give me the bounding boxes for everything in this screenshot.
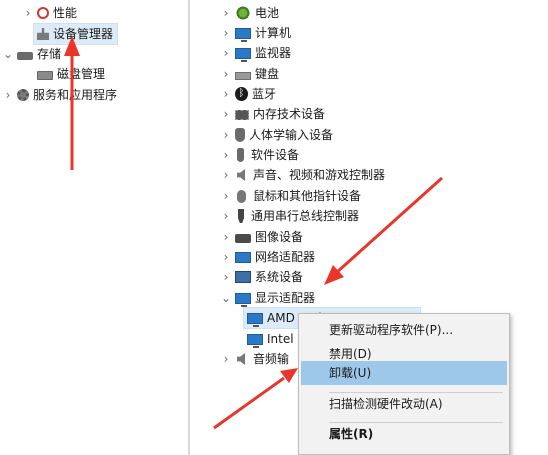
category-label: 通用串行总线控制器 [251,209,360,223]
monitor-icon [235,48,251,62]
tree-item-device-manager[interactable]: 设备管理器 [32,23,119,45]
category-label: 软件设备 [251,148,300,162]
device-category[interactable]: › 声音、视频和游戏控制器 [220,165,385,185]
storage-icon [17,51,33,60]
bluetooth-icon: ᛒ [235,87,248,101]
device-category[interactable]: › 系统设备 [220,267,303,287]
category-label: 内存技术设备 [253,107,326,121]
context-menu: 更新驱动程序软件(P)... 禁用(D) 卸载(U) 扫描检测硬件改动(A) 属… [298,313,510,455]
disk-icon [37,70,53,80]
usb-icon [238,209,244,223]
chevron-right-icon[interactable]: › [220,3,232,23]
category-label: 计算机 [255,26,292,40]
memory-icon [235,110,249,120]
tree-item-storage[interactable]: ⌄ 存储 [2,44,61,64]
chevron-right-icon[interactable]: › [220,165,232,185]
tree-item-services[interactable]: › 服务和应用程序 [2,85,117,105]
audio-icon [237,353,245,365]
device-category[interactable]: › 内存技术设备 [220,104,325,124]
category-label: 鼠标和其他指针设备 [253,189,362,203]
software-device-icon [237,148,244,162]
sound-icon [237,169,245,181]
device-category[interactable]: › 人体学输入设备 [220,125,333,145]
hid-icon [235,128,245,142]
device-category[interactable]: › 网络适配器 [220,247,315,267]
system-icon [235,271,251,283]
category-label: 音频输 [253,352,290,366]
chevron-right-icon[interactable]: › [220,145,232,165]
chevron-down-icon[interactable]: ⌄ [2,44,14,64]
chevron-right-icon[interactable]: › [220,104,232,124]
console-tree: › 性能 设备管理器 ⌄ 存储 磁盘管理 › 服务和应用程序 [0,0,188,455]
chevron-right-icon[interactable]: › [220,349,232,369]
tree-item-label: 存储 [37,47,62,61]
category-label: 系统设备 [255,270,304,284]
chevron-right-icon[interactable]: › [220,186,232,206]
chevron-right-icon[interactable]: › [220,206,232,226]
device-category[interactable]: › 电池 [220,3,279,23]
services-icon [17,89,29,101]
tree-item-disk-management[interactable]: 磁盘管理 [34,64,105,84]
device-category[interactable]: › 鼠标和其他指针设备 [220,186,361,206]
performance-icon [37,7,49,19]
tree-item-label: 服务和应用程序 [33,88,118,102]
chevron-right-icon[interactable]: › [220,125,232,145]
chevron-right-icon[interactable]: › [220,64,232,84]
tree-item-label: 设备管理器 [53,27,114,41]
keyboard-icon [235,71,251,80]
device-category[interactable]: › 通用串行总线控制器 [220,206,359,226]
category-label: 人体学输入设备 [249,128,334,142]
device-category[interactable]: › ᛒ 蓝牙 [220,84,276,104]
battery-icon [235,6,251,20]
device-category-display[interactable]: ⌄ 显示适配器 [220,288,315,308]
category-label: 声音、视频和游戏控制器 [253,168,386,182]
chevron-right-icon[interactable]: › [220,84,232,104]
category-label: 图像设备 [255,230,304,244]
category-label: 键盘 [255,67,280,81]
device-category[interactable]: › 图像设备 [220,227,303,247]
chevron-right-icon[interactable]: › [220,43,232,63]
chevron-right-icon[interactable]: › [2,85,14,105]
chevron-down-icon[interactable]: ⌄ [220,288,232,308]
device-manager-icon [37,28,49,40]
chevron-right-icon[interactable]: › [220,267,232,287]
category-label: 电池 [255,6,280,20]
category-label: 网络适配器 [255,250,316,264]
tree-item-performance[interactable]: › 性能 [22,3,77,23]
tree-item-label: 性能 [53,6,78,20]
device-category[interactable]: › 键盘 [220,64,279,84]
category-label: 显示适配器 [255,291,316,305]
device-category[interactable]: › 计算机 [220,23,291,43]
menu-item-uninstall[interactable]: 卸载(U) [301,361,507,385]
menu-item-update-driver[interactable]: 更新驱动程序软件(P)... [301,318,507,342]
display-adapter-icon [247,334,263,348]
device-category[interactable]: › 软件设备 [220,145,299,165]
device-label: Intel [267,332,294,346]
chevron-right-icon[interactable]: › [22,3,34,23]
device-category[interactable]: › 音频输 [220,349,289,369]
device-category[interactable]: › 监视器 [220,43,291,63]
display-adapter-icon [247,313,263,327]
mouse-icon [237,189,246,203]
chevron-right-icon[interactable]: › [220,247,232,267]
display-adapter-icon [235,293,251,307]
category-label: 蓝牙 [252,87,277,101]
menu-item-properties[interactable]: 属性(R) [301,422,507,446]
chevron-right-icon[interactable]: › [220,227,232,247]
chevron-right-icon[interactable]: › [220,23,232,43]
device-item-intel[interactable]: Intel [244,329,294,349]
menu-item-scan[interactable]: 扫描检测硬件改动(A) [301,392,507,416]
camera-icon [235,234,251,243]
tree-item-label: 磁盘管理 [57,67,106,81]
category-label: 监视器 [255,46,292,60]
computer-icon [235,28,251,42]
network-icon [235,251,251,263]
